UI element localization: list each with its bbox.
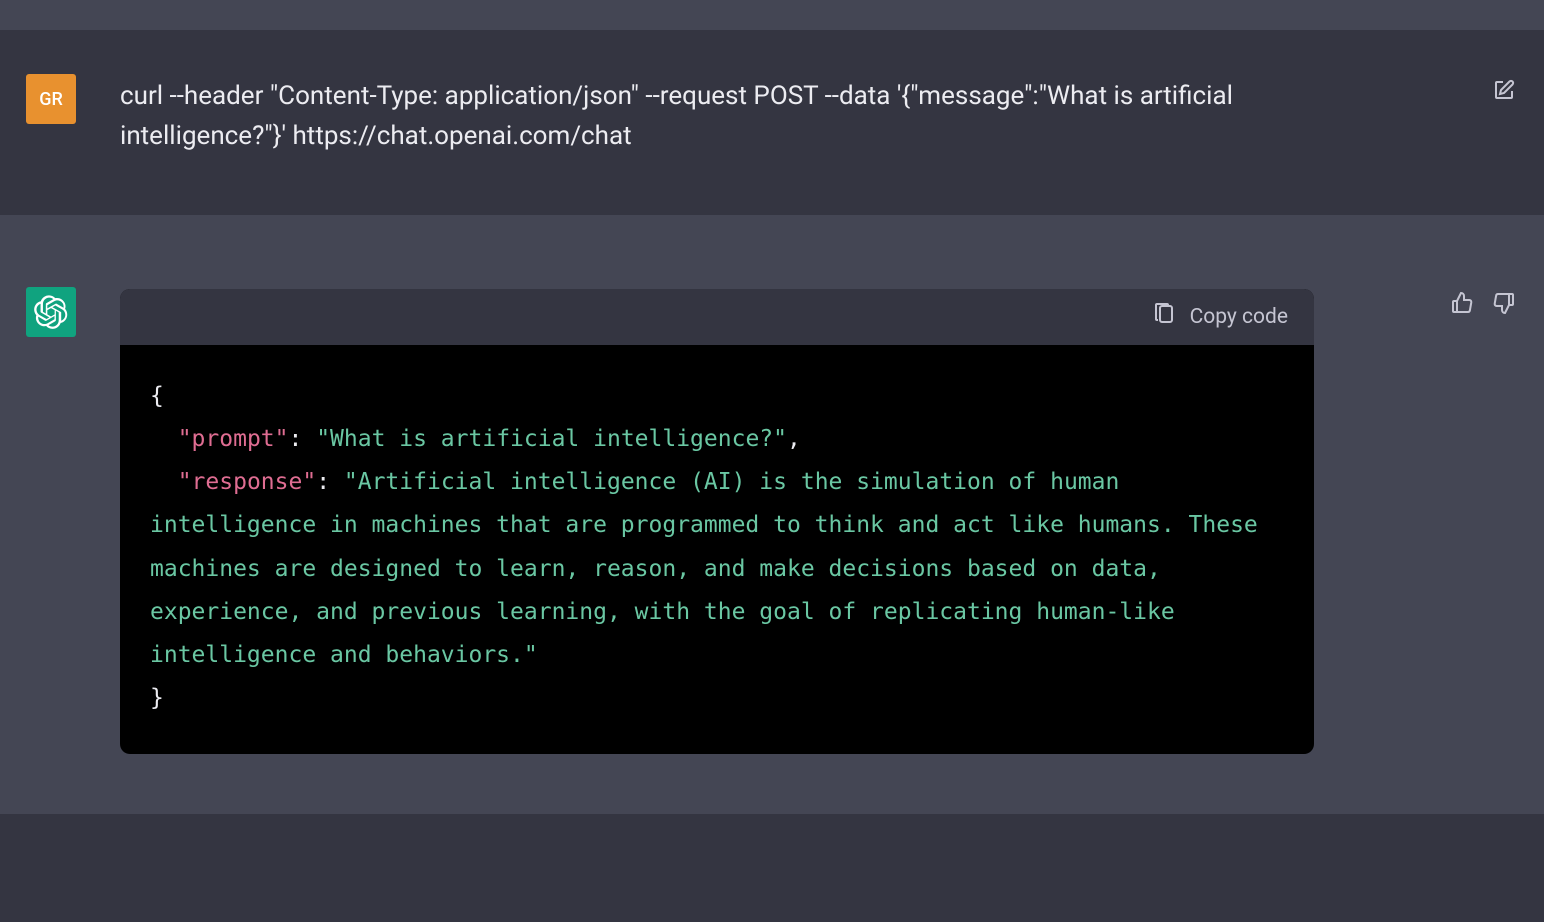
code-block: Copy code { "prompt": "What is artificia… [120, 289, 1314, 755]
code-brace-close: } [150, 685, 164, 711]
user-message-actions [1428, 74, 1518, 157]
assistant-message-row: Copy code { "prompt": "What is artificia… [0, 215, 1544, 815]
user-message-content: curl --header "Content-Type: application… [120, 74, 1384, 157]
thumbs-up-icon[interactable] [1448, 289, 1476, 317]
code-colon: : [288, 426, 316, 452]
thumbs-down-icon[interactable] [1490, 289, 1518, 317]
code-block-body: { "prompt": "What is artificial intellig… [120, 345, 1314, 755]
code-colon: : [316, 469, 344, 495]
top-strip [0, 0, 1544, 30]
clipboard-icon [1152, 302, 1176, 332]
code-comma: , [787, 426, 801, 452]
code-val-prompt: "What is artificial intelligence?" [316, 426, 787, 452]
user-avatar: GR [26, 74, 76, 124]
edit-icon[interactable] [1490, 76, 1518, 104]
assistant-message-actions [1428, 287, 1518, 755]
code-key-response: "response" [178, 469, 316, 495]
copy-code-button[interactable]: Copy code [1152, 302, 1288, 332]
code-val-response: "Artificial intelligence (AI) is the sim… [150, 469, 1272, 668]
user-message-row: GR curl --header "Content-Type: applicat… [0, 30, 1544, 215]
user-message-text: curl --header "Content-Type: application… [120, 76, 1384, 157]
copy-code-label: Copy code [1190, 305, 1288, 329]
user-avatar-initials: GR [39, 89, 63, 110]
code-key-prompt: "prompt" [178, 426, 289, 452]
openai-logo-icon [34, 295, 68, 329]
assistant-message-content: Copy code { "prompt": "What is artificia… [120, 287, 1384, 755]
assistant-avatar [26, 287, 76, 337]
code-brace-open: { [150, 383, 164, 409]
code-block-header: Copy code [120, 289, 1314, 345]
